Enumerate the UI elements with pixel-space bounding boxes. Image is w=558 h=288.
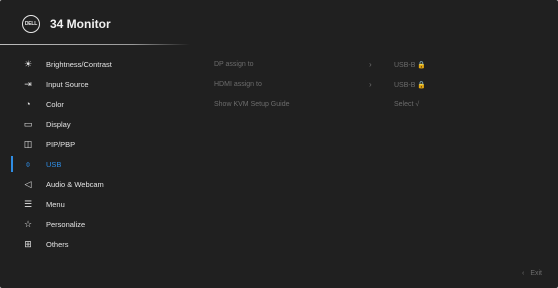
menu-item-pip-pbp[interactable]: ◫ PIP/PBP (0, 134, 190, 154)
menu-item-audio-webcam[interactable]: ◁ Audio & Webcam (0, 174, 190, 194)
menu-item-label: PIP/PBP (46, 140, 76, 149)
menu-icon: ☰ (23, 198, 33, 209)
menu-item-personalize[interactable]: ☆ Personalize (0, 214, 190, 234)
menu-item-label: Brightness/Contrast (46, 60, 112, 69)
hdmi-assign-label: HDMI assign to (214, 81, 262, 88)
color-palette-icon: ◔ (25, 98, 31, 109)
input-source-icon: ⇥ (24, 78, 32, 89)
osd-main-menu: ☀ Brightness/Contrast ⇥ Input Source ◔ C… (0, 54, 190, 254)
chevron-right-icon: › (369, 80, 372, 89)
monitor-osd: DELL 34 Monitor ☀ Brightness/Contrast ⇥ … (0, 0, 558, 288)
menu-item-color[interactable]: ◔ Color (0, 94, 190, 114)
dell-logo: DELL (22, 15, 40, 33)
exit-label: Exit (530, 270, 542, 277)
menu-item-label: Input Source (46, 80, 89, 89)
display-icon: ▭ (23, 118, 33, 129)
header-divider (0, 44, 190, 45)
monitor-model-title: 34 Monitor (50, 17, 111, 31)
dp-assign-value: USB-B 🔒 (394, 62, 427, 69)
menu-item-usb[interactable]: ⌽ USB (0, 154, 190, 174)
brightness-icon: ☀ (23, 58, 33, 69)
menu-item-input-source[interactable]: ⇥ Input Source (0, 74, 190, 94)
exit-button[interactable]: ‹ Exit (522, 270, 542, 277)
kvm-setup-guide-value: Select √ (394, 101, 420, 108)
menu-item-label: Others (46, 240, 69, 249)
usb-submenu: DP assign to › USB-B 🔒 HDMI assign to › … (214, 54, 544, 114)
usb-mouse-icon: ⌽ (25, 158, 31, 169)
menu-item-label: Personalize (46, 220, 86, 229)
chevron-right-icon: › (369, 60, 372, 69)
dp-assign-row[interactable]: DP assign to › USB-B 🔒 (214, 54, 544, 74)
audio-webcam-icon: ◁ (24, 178, 32, 189)
menu-item-label: Color (46, 100, 64, 109)
menu-item-label: Menu (46, 200, 65, 209)
dp-assign-label: DP assign to (214, 61, 254, 68)
menu-item-label: Audio & Webcam (46, 180, 104, 189)
kvm-setup-guide-label: Show KVM Setup Guide (214, 101, 290, 108)
menu-item-display[interactable]: ▭ Display (0, 114, 190, 134)
menu-item-label: Display (46, 120, 71, 129)
osd-header: DELL 34 Monitor (0, 0, 558, 46)
menu-item-label: USB (46, 160, 62, 169)
kvm-setup-guide-row[interactable]: Show KVM Setup Guide Select √ (214, 94, 544, 114)
pip-pbp-icon: ◫ (23, 138, 33, 149)
star-icon: ☆ (23, 218, 33, 229)
hdmi-assign-value: USB-B 🔒 (394, 82, 427, 89)
menu-item-others[interactable]: ⊞ Others (0, 234, 190, 254)
others-icon: ⊞ (24, 238, 32, 249)
menu-item-brightness-contrast[interactable]: ☀ Brightness/Contrast (0, 54, 190, 74)
chevron-left-icon: ‹ (521, 270, 525, 277)
hdmi-assign-row[interactable]: HDMI assign to › USB-B 🔒 (214, 74, 544, 94)
menu-item-menu[interactable]: ☰ Menu (0, 194, 190, 214)
